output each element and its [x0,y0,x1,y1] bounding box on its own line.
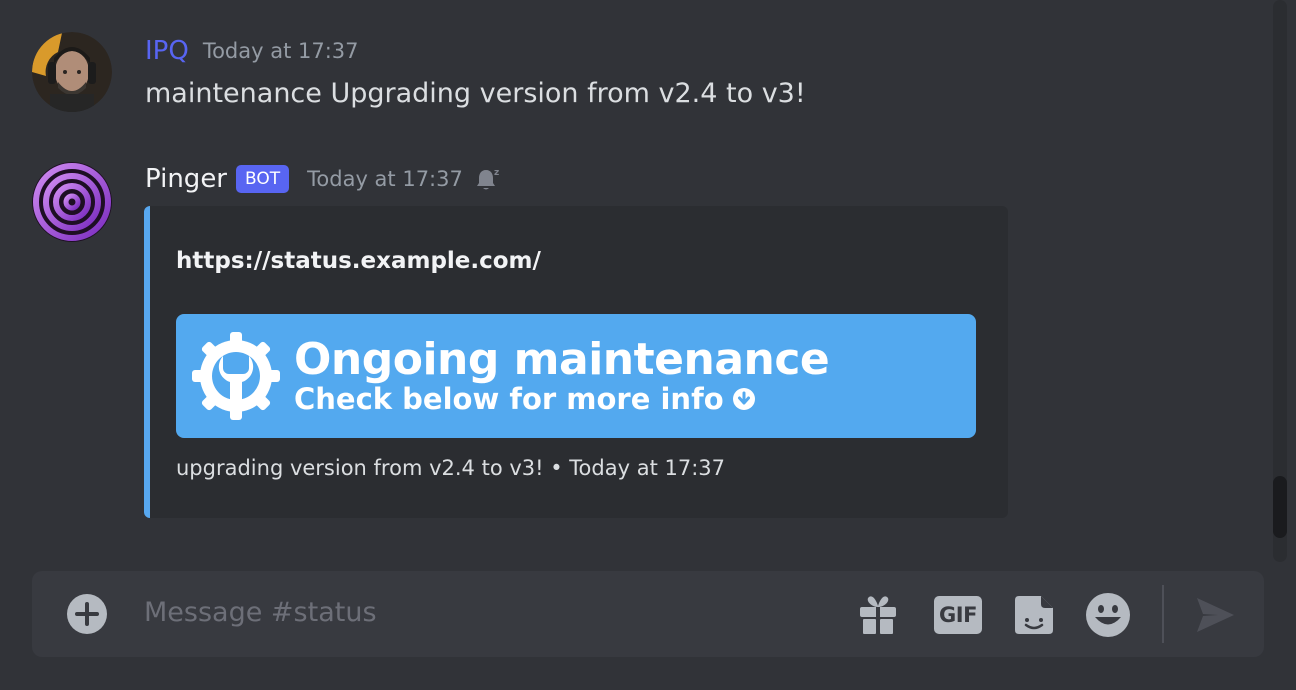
timestamp[interactable]: Today at 17:37 [307,167,463,191]
username[interactable]: Pinger [145,164,227,194]
bell-snooze-icon: z [475,166,501,192]
banner-title: Ongoing maintenance [294,334,830,385]
embed-url[interactable]: https://status.example.com/ [176,248,541,274]
message-header: IPQ Today at 17:37 [145,36,359,66]
banner-subtitle: Check below for more info [294,382,756,416]
svg-text:z: z [494,168,499,178]
add-attachment-button[interactable] [66,593,108,635]
gif-icon: GIF [934,596,982,634]
message-composer: Message #status GIF [32,571,1264,657]
wrench-gear-icon [190,330,282,426]
embed-footer: upgrading version from v2.4 to v3! • Tod… [176,456,725,480]
embed: https://status.example.com/ Ongoing main… [144,206,1008,518]
timestamp[interactable]: Today at 17:37 [203,39,359,63]
send-icon [1194,595,1236,635]
username[interactable]: IPQ [145,36,189,66]
gift-icon [857,594,899,636]
composer-divider [1162,585,1164,643]
scrollbar-thumb[interactable] [1273,476,1287,538]
avatar[interactable] [32,32,112,112]
sticker-button[interactable] [1012,593,1056,637]
gif-button[interactable]: GIF [932,593,984,637]
gift-button[interactable] [856,593,900,637]
message-input[interactable]: Message #status [144,597,377,628]
send-button[interactable] [1192,593,1238,637]
message-header: Pinger BOT Today at 17:37 z [145,164,501,194]
arrow-down-circle-icon [732,387,756,411]
emoji-icon [1085,592,1131,638]
avatar[interactable] [32,162,112,242]
banner-subtitle-text: Check below for more info [294,382,724,416]
maintenance-banner-image[interactable]: Ongoing maintenance Check below for more… [176,314,976,438]
gif-label: GIF [939,603,977,627]
bot-tag: BOT [236,165,290,193]
emoji-button[interactable] [1084,591,1132,639]
message-text: maintenance Upgrading version from v2.4 … [145,78,806,109]
add-attachment-icon [66,593,108,635]
sticker-icon [1013,594,1055,636]
